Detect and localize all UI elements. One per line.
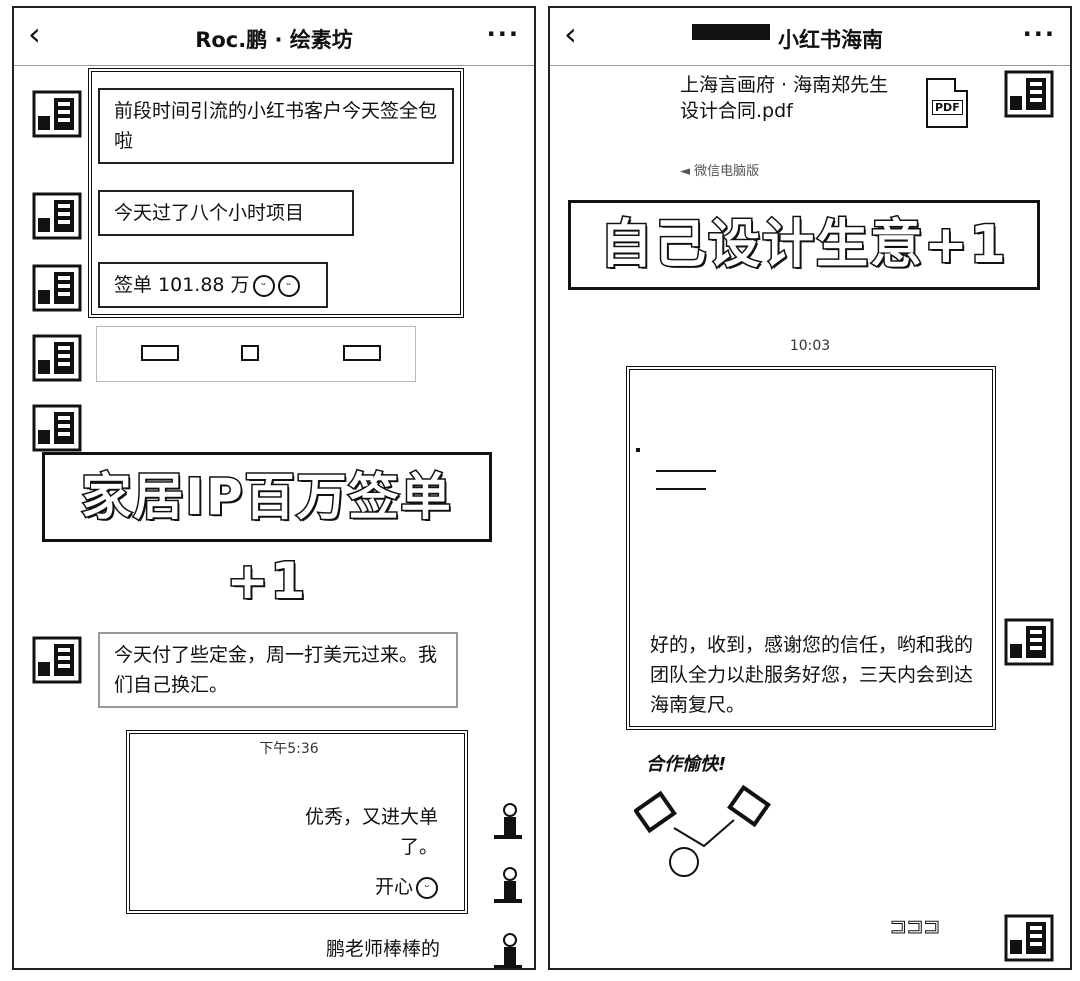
- pdf-file-icon: PDF: [926, 78, 968, 128]
- redacted-mark: [692, 24, 770, 40]
- chat-header: ‹ Roc.鹏 · 绘素坊 ···: [14, 8, 534, 66]
- sticker-text: ⊐⊐⊐: [890, 914, 941, 939]
- smiley-icon: ᵕ: [277, 274, 300, 297]
- banner-text: 家居IP百万签单+1: [80, 467, 453, 612]
- handshake-icon: [634, 784, 771, 877]
- self-avatar[interactable]: [490, 866, 524, 906]
- chat-title: Roc.鹏 · 绘素坊: [195, 28, 353, 52]
- message-bubble[interactable]: 前段时间引流的小红书客户今天签全包啦: [98, 88, 454, 164]
- contact-avatar[interactable]: [28, 632, 86, 688]
- file-message-card[interactable]: 上海言画府 · 海南郑先生设计合同.pdf PDF ◄ 微信电脑版: [680, 72, 980, 179]
- highlight-banner: 家居IP百万签单+1: [42, 452, 492, 612]
- chat-title: 小红书海南: [778, 28, 883, 52]
- self-message-bubble[interactable]: 鹏老师棒棒的: [294, 932, 454, 968]
- contact-avatar[interactable]: [1000, 66, 1058, 122]
- self-message-bubble[interactable]: 开心 ᵕ: [334, 866, 452, 908]
- chevron-left-icon[interactable]: ‹: [564, 18, 577, 50]
- more-dots-icon[interactable]: ···: [1023, 20, 1056, 48]
- smiley-icon: ᵕ: [416, 876, 438, 899]
- chat-panel-right: ‹ 小红书海南 ··· 上海言画府 · 海南郑先生设计合同.pdf PDF ◄ …: [548, 6, 1072, 970]
- sticker[interactable]: 合作愉快!: [634, 750, 784, 890]
- contact-avatar[interactable]: [28, 188, 86, 244]
- redacted-mark: [343, 345, 381, 361]
- chat-panel-left: ‹ Roc.鹏 · 绘素坊 ··· 前段时间引流的小红书客户今天签全包啦 今天过…: [12, 6, 536, 970]
- highlight-banner: 自己设计生意+1: [568, 200, 1040, 290]
- chevron-left-icon[interactable]: ‹: [28, 18, 41, 50]
- contact-avatar[interactable]: [28, 86, 86, 142]
- chat-header: ‹ 小红书海南 ···: [550, 8, 1070, 66]
- contact-avatar[interactable]: [1000, 910, 1058, 966]
- contact-avatar[interactable]: [28, 400, 86, 456]
- message-bubble[interactable]: 签单 101.88 万ᵕᵕ: [98, 262, 328, 308]
- message-text: 开心: [374, 876, 413, 898]
- contact-avatar[interactable]: [28, 260, 86, 316]
- message-bubble[interactable]: 今天付了些定金，周一打美元过来。我们自己换汇。: [98, 632, 458, 708]
- file-name: 上海言画府 · 海南郑先生设计合同.pdf: [680, 74, 889, 122]
- self-avatar[interactable]: [490, 802, 524, 842]
- message-timestamp: 10:03: [789, 338, 831, 354]
- file-source: ◄ 微信电脑版: [680, 164, 760, 179]
- contact-avatar[interactable]: [1000, 614, 1058, 670]
- self-avatar[interactable]: [490, 932, 524, 968]
- self-message-bubble[interactable]: 优秀，又进大单了。: [254, 796, 452, 868]
- message-text: 签单 101.88 万: [114, 274, 250, 296]
- redacted-mark: [241, 345, 259, 361]
- contact-avatar[interactable]: [28, 330, 86, 386]
- message-timestamp: 下午5:36: [259, 741, 319, 757]
- message-bubble[interactable]: 今天过了八个小时项目: [98, 190, 354, 236]
- sticker-caption: 合作愉快!: [646, 754, 727, 775]
- banner-text: 自己设计生意+1: [599, 214, 1008, 277]
- redacted-message: [96, 326, 416, 382]
- smiley-icon: ᵕ: [252, 274, 275, 297]
- message-bubble[interactable]: 好的，收到，感谢您的信任，哟和我的团队全力以赴服务好您，三天内会到达海南复尺。: [642, 630, 982, 720]
- more-dots-icon[interactable]: ···: [487, 20, 520, 48]
- redacted-message: [636, 378, 986, 578]
- redacted-mark: [141, 345, 179, 361]
